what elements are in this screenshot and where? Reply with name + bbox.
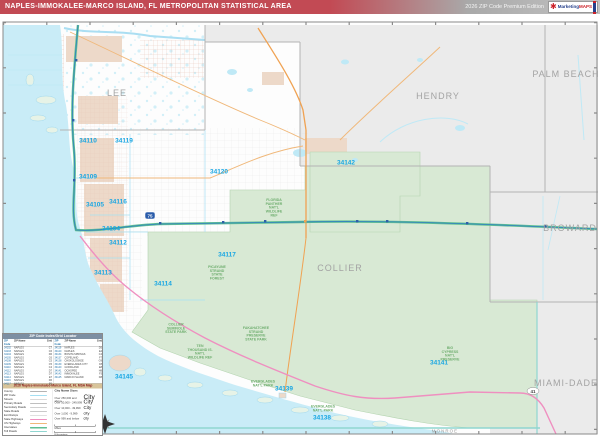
edition-label: 2026 ZIP Code Premium Edition <box>465 0 544 14</box>
legend-swatch <box>30 411 47 412</box>
logo-text-bottom: MAPS <box>579 4 592 9</box>
legend-swatch <box>30 399 47 400</box>
legend-swatch <box>30 403 47 404</box>
legend-swatch <box>30 395 47 396</box>
col-zip: ZIP Code <box>55 340 65 347</box>
col-zip: ZIP Code <box>4 340 14 347</box>
scale-bars: Miles Kilometers <box>55 425 103 437</box>
miles-label: Miles <box>55 427 103 430</box>
i75-shield: 75 <box>145 212 155 219</box>
index-header-row: ZIP Code ZIP Name Grid <box>55 340 103 347</box>
col-grid: Grid <box>46 340 52 347</box>
col-grid: Grid <box>96 340 102 347</box>
index-header-row: ZIP Code ZIP Name Grid <box>4 340 52 347</box>
legend-swatch <box>30 415 47 416</box>
km-scale-bar <box>55 431 96 433</box>
zip-index-table: ZIP Code ZIP Name Grid 34102 NAPLES C7 3… <box>3 339 103 384</box>
col-name: ZIP Name <box>65 340 97 347</box>
city-sample: city <box>84 417 89 421</box>
svg-text:75: 75 <box>147 213 153 218</box>
city-sample: City <box>84 405 92 410</box>
map-title: NAPLES-IMMOKALEE-MARCO ISLAND, FL METROP… <box>5 0 292 14</box>
city-size-row: Over 999 and below city <box>55 417 103 423</box>
legend-swatch <box>30 407 47 408</box>
col-name: ZIP Name <box>14 340 46 347</box>
legend-item: Toll Roads <box>4 430 52 434</box>
legend-swatch <box>30 419 47 420</box>
legend-swatch <box>30 423 47 424</box>
logo-text: MarketingMAPS <box>558 5 592 10</box>
logo-text-top: Marketing <box>558 4 579 9</box>
legend-swatch <box>30 431 47 432</box>
brand-logo[interactable]: ✱ MarketingMAPS <box>548 1 598 13</box>
legend-swatch <box>30 391 47 392</box>
legend-swatch <box>30 427 47 429</box>
logo-badge-icon <box>593 1 596 14</box>
legend-panel[interactable]: ZIP Code Index/Grid Locator ZIP Code ZIP… <box>2 333 103 436</box>
index-row: 34145 MARCO ISLAND D8 <box>55 376 103 379</box>
us41-shield: 41 <box>527 387 539 394</box>
city-sample: city <box>84 411 90 416</box>
km-label: Kilometers <box>55 434 103 437</box>
legend-map-title: 2026 Naples-Immokalee-Marco Island, FL M… <box>3 384 103 389</box>
svg-text:41: 41 <box>530 389 536 394</box>
legend-symbol-list: County ZIP Code Streets Primary Roads <box>4 390 52 434</box>
title-bar: NAPLES-IMMOKALEE-MARCO ISLAND, FL METROP… <box>0 0 600 14</box>
miles-scale-bar <box>55 425 96 427</box>
logo-star-icon: ✱ <box>550 3 557 11</box>
